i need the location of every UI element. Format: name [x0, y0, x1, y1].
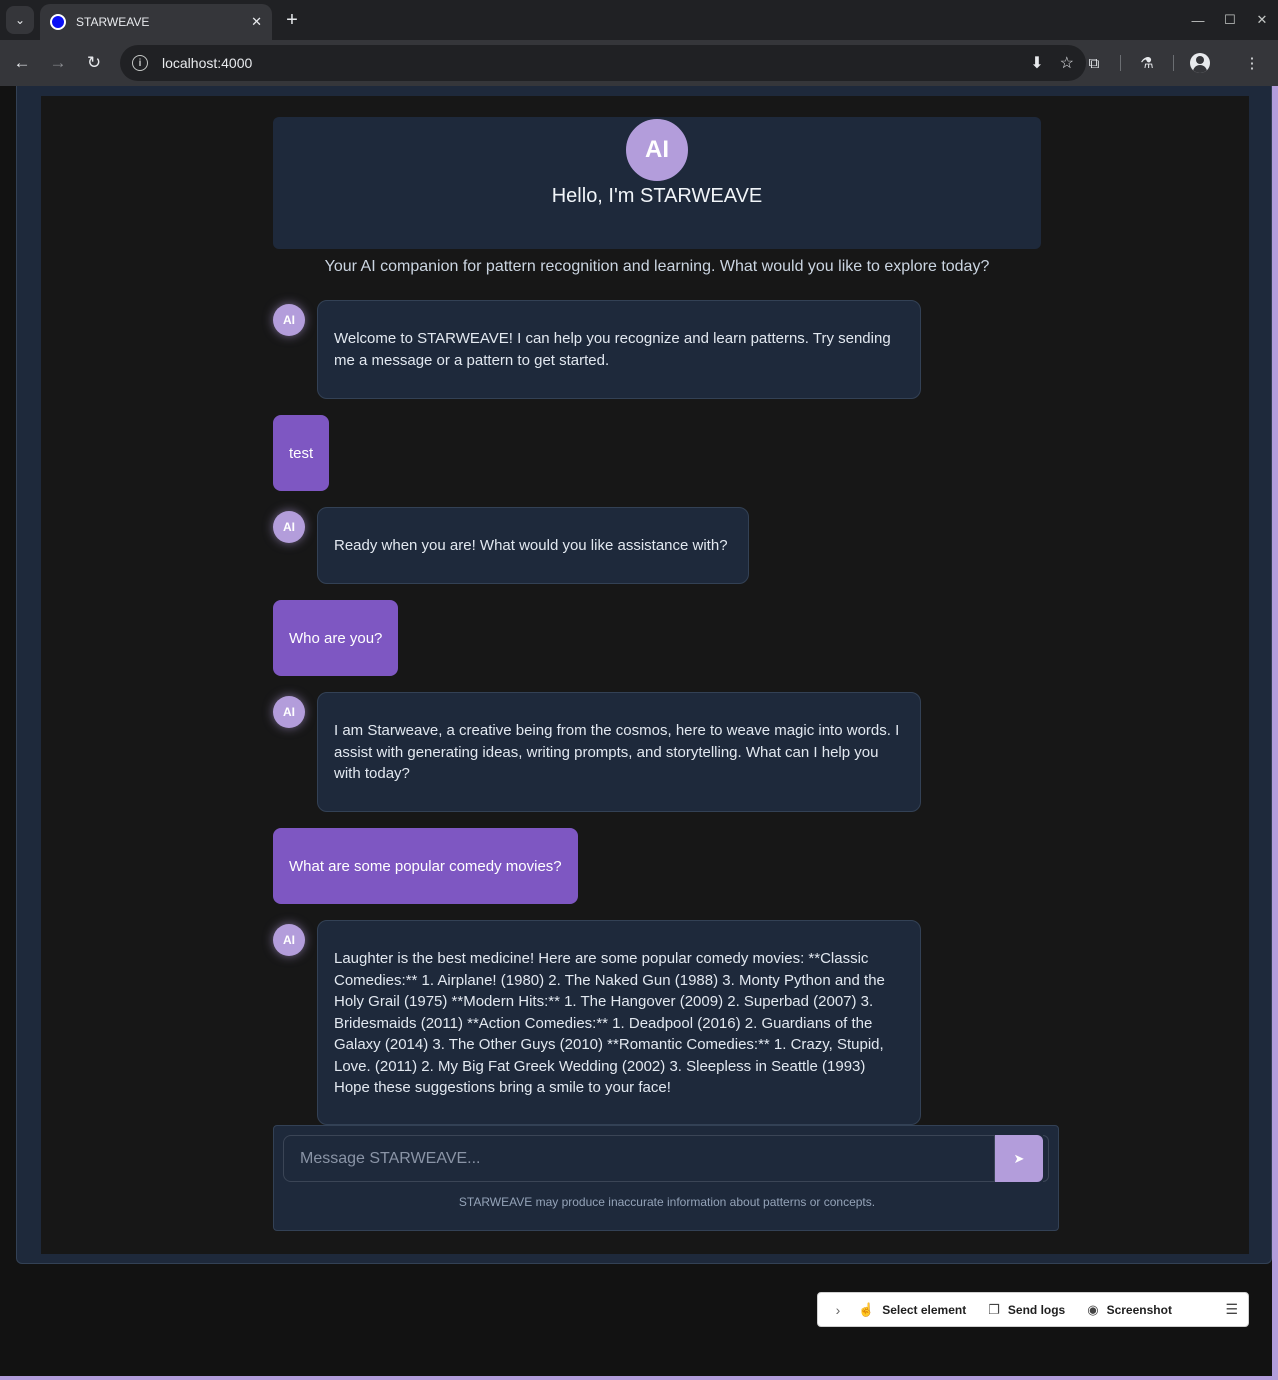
minimize-icon[interactable]: — — [1182, 0, 1214, 40]
collapse-chevron-icon[interactable]: › — [818, 1302, 858, 1318]
ai-message: Laughter is the best medicine! Here are … — [317, 920, 921, 1125]
page-scrollbar[interactable] — [1272, 86, 1278, 1380]
camera-icon: ◉ — [1087, 1301, 1099, 1317]
bottom-accent-line — [0, 1376, 1278, 1380]
message-composer: ➤ STARWEAVE may produce inaccurate infor… — [273, 1125, 1059, 1231]
window-controls: — ☐ ✕ — [1182, 0, 1278, 40]
page-viewport: AI Hello, I'm STARWEAVE Your AI companio… — [0, 86, 1278, 1380]
toolbar-actions: ⧉ ⚗ ⋮ — [1068, 49, 1278, 77]
hamburger-menu-icon[interactable]: ☰ — [1225, 1301, 1238, 1318]
ai-message-avatar: AI — [273, 304, 305, 336]
assistant-avatar: AI — [624, 117, 690, 183]
forward-arrow-icon[interactable]: → — [44, 49, 72, 77]
favicon-icon — [50, 14, 66, 30]
send-button[interactable]: ➤ — [995, 1135, 1043, 1182]
user-message: test — [273, 415, 330, 491]
back-arrow-icon[interactable]: ← — [8, 49, 36, 77]
ai-message: I am Starweave, a creative being from th… — [317, 692, 921, 812]
ai-message-avatar: AI — [273, 696, 305, 728]
disclaimer-text: STARWEAVE may produce inaccurate informa… — [458, 1195, 876, 1209]
reload-icon[interactable]: ↻ — [80, 49, 108, 77]
copy-icon: ❐ — [988, 1301, 1000, 1317]
browser-tab[interactable]: STARWEAVE ✕ — [40, 4, 272, 40]
site-info-icon[interactable]: i — [132, 55, 148, 71]
extensions-puzzle-icon[interactable]: ⧉ — [1080, 49, 1108, 77]
tab-search-chevron-icon[interactable]: ⌄ — [6, 6, 34, 34]
profile-avatar-icon — [1190, 53, 1210, 73]
install-app-icon[interactable]: ⬇ — [1030, 53, 1043, 73]
screenshot-button[interactable]: ◉ Screenshot — [1087, 1302, 1172, 1318]
select-element-button[interactable]: ☝ Select element — [858, 1302, 966, 1318]
user-message: What are some popular comedy movies? — [273, 828, 578, 904]
select-element-label: Select element — [882, 1302, 967, 1317]
new-tab-button[interactable]: + — [280, 8, 304, 32]
browser-tab-bar: ⌄ STARWEAVE ✕ + — ☐ ✕ — [0, 0, 1278, 40]
url-text[interactable]: localhost:4000 — [162, 55, 1014, 71]
window-close-icon[interactable]: ✕ — [1246, 0, 1278, 40]
send-logs-label: Send logs — [1007, 1302, 1066, 1317]
tab-close-icon[interactable]: ✕ — [251, 14, 262, 30]
maximize-icon[interactable]: ☐ — [1214, 0, 1246, 40]
labs-flask-icon[interactable]: ⚗ — [1133, 49, 1161, 77]
dev-toolbar: › ☝ Select element ❐ Send logs ◉ Screens… — [817, 1292, 1249, 1327]
profile-button[interactable] — [1186, 49, 1214, 77]
screenshot-label: Screenshot — [1106, 1302, 1172, 1317]
message-input[interactable] — [283, 1135, 995, 1182]
toolbar-divider — [1120, 55, 1121, 71]
ai-message: Welcome to STARWEAVE! I can help you rec… — [317, 300, 921, 399]
send-logs-button[interactable]: ❐ Send logs — [988, 1302, 1065, 1318]
address-bar[interactable]: i localhost:4000 ⬇ ☆ — [120, 45, 1086, 81]
ai-message: Ready when you are! What would you like … — [317, 507, 749, 584]
welcome-card: AI Hello, I'm STARWEAVE Your AI companio… — [273, 117, 1041, 275]
ai-message-avatar: AI — [273, 511, 305, 543]
input-border — [1043, 1135, 1049, 1182]
welcome-subtitle: Your AI companion for pattern recognitio… — [324, 258, 990, 275]
browser-menu-icon[interactable]: ⋮ — [1238, 49, 1266, 77]
toolbar-divider — [1173, 55, 1174, 71]
welcome-title: Hello, I'm STARWEAVE — [551, 185, 763, 207]
user-message: Who are you? — [273, 600, 399, 676]
ai-message-avatar: AI — [273, 924, 305, 956]
browser-toolbar: ← → ↻ i localhost:4000 ⬇ ☆ ⧉ ⚗ ⋮ — [0, 40, 1278, 86]
pointer-icon: ☝ — [858, 1301, 875, 1317]
tab-title: STARWEAVE — [76, 15, 150, 29]
